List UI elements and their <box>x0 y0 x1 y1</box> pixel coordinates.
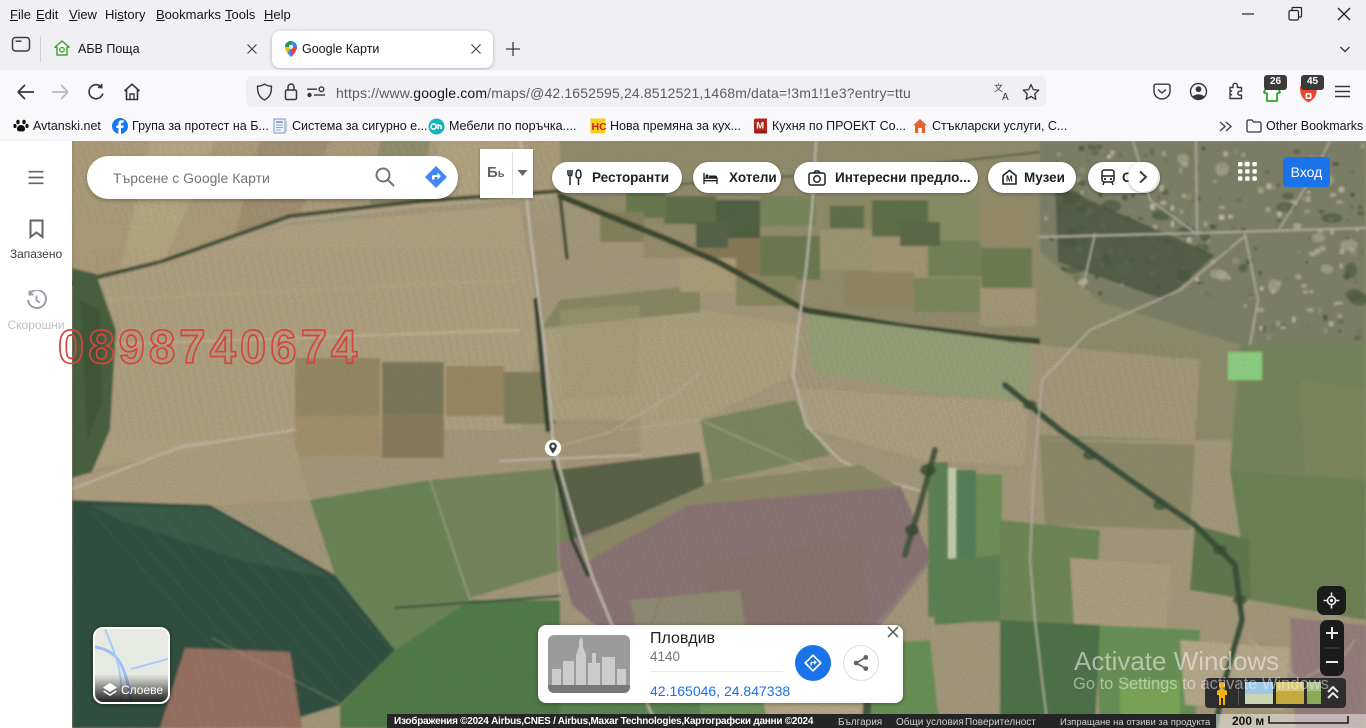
svg-text:M: M <box>756 121 764 132</box>
svg-text:0898740674: 0898740674 <box>58 320 361 373</box>
svg-text:M: M <box>1006 175 1013 184</box>
svg-text:НС: НС <box>592 121 607 133</box>
svg-text:A: A <box>1002 92 1009 102</box>
